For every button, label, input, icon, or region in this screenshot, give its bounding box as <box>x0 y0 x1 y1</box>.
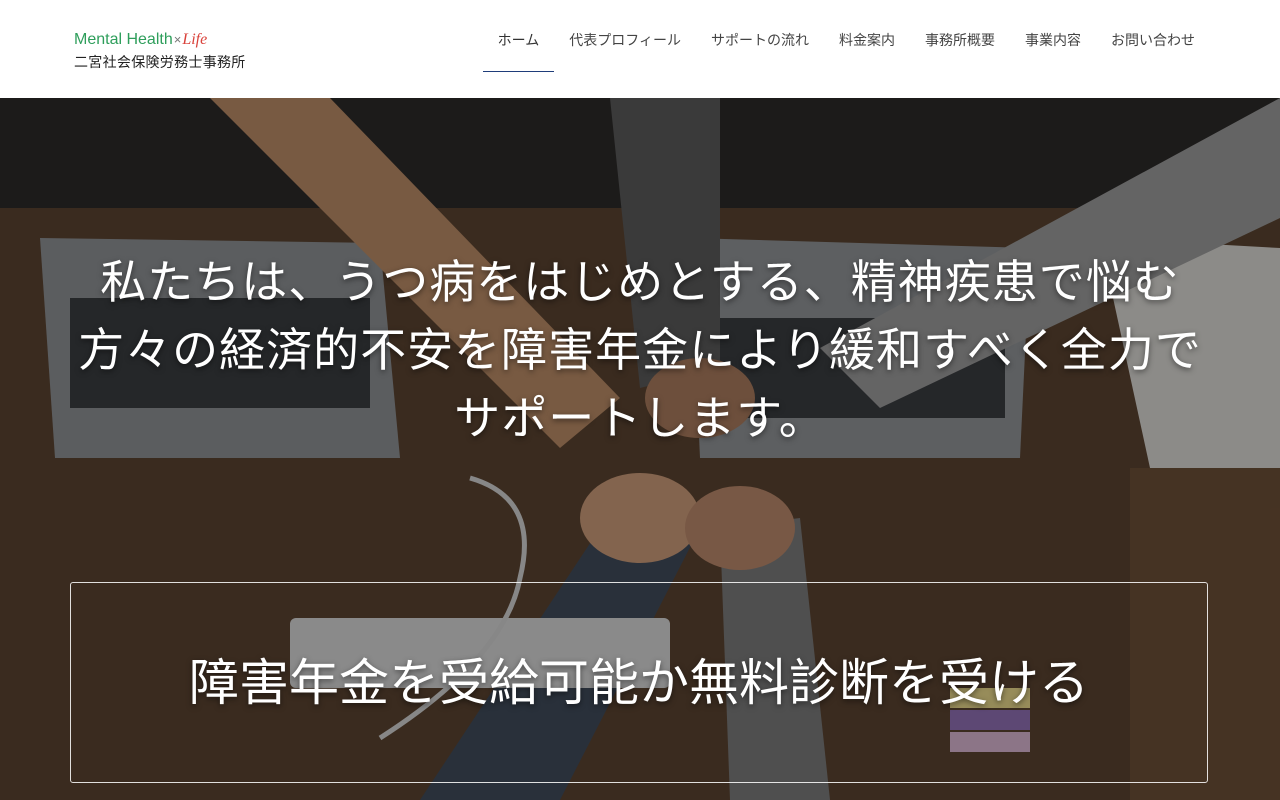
logo-brand: Mental Health×Life <box>74 30 246 50</box>
free-diagnosis-label: 障害年金を受給可能か無料診断を受ける <box>189 653 1089 712</box>
nav-item-pricing[interactable]: 料金案内 <box>824 8 910 72</box>
logo-cross: × <box>173 32 182 47</box>
logo-brand-red: Life <box>182 31 208 48</box>
free-diagnosis-button[interactable]: 障害年金を受給可能か無料診断を受ける <box>70 582 1208 783</box>
hero-section: 私たちは、うつ病をはじめとする、精神疾患で悩む方々の経済的不安を障害年金により緩… <box>0 98 1280 800</box>
nav-item-home[interactable]: ホーム <box>482 8 555 72</box>
logo-subtitle: 二宮社会保険労務士事務所 <box>74 55 246 71</box>
logo-brand-green: Mental Health <box>74 31 173 48</box>
nav-item-support-flow[interactable]: サポートの流れ <box>696 8 824 72</box>
nav-item-office[interactable]: 事務所概要 <box>910 8 1010 72</box>
nav-item-profile[interactable]: 代表プロフィール <box>554 8 696 72</box>
hero-headline: 私たちは、うつ病をはじめとする、精神疾患で悩む方々の経済的不安を障害年金により緩… <box>78 255 1202 445</box>
site-logo[interactable]: Mental Health×Life 二宮社会保険労務士事務所 <box>74 30 246 73</box>
main-nav: ホーム 代表プロフィール サポートの流れ 料金案内 事務所概要 事業内容 お問い… <box>482 0 1210 98</box>
site-header: Mental Health×Life 二宮社会保険労務士事務所 ホーム 代表プロ… <box>0 0 1280 98</box>
nav-item-services[interactable]: 事業内容 <box>1010 8 1096 72</box>
nav-item-contact[interactable]: お問い合わせ <box>1096 8 1210 72</box>
